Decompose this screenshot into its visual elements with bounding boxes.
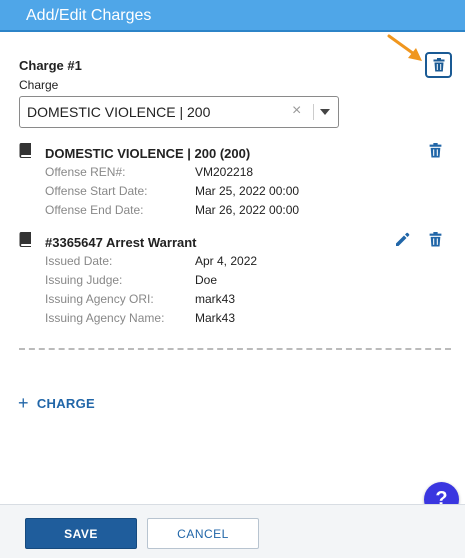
dialog-header: Add/Edit Charges bbox=[0, 0, 465, 32]
clear-selection-icon[interactable]: × bbox=[292, 102, 301, 120]
book-icon bbox=[19, 143, 31, 158]
issuing-agency-name-value: Mark43 bbox=[195, 311, 236, 325]
issuing-agency-ori-label: Issuing Agency ORI: bbox=[45, 292, 154, 306]
cancel-button[interactable]: CANCEL bbox=[147, 518, 259, 549]
delete-charge-button[interactable] bbox=[425, 52, 452, 78]
select-separator bbox=[313, 104, 314, 120]
issuing-judge-value: Doe bbox=[195, 273, 218, 287]
warrant-item-title: #3365647 Arrest Warrant bbox=[45, 235, 197, 250]
issuing-judge-label: Issuing Judge: bbox=[45, 273, 123, 287]
offense-end-date-label: Offense End Date: bbox=[45, 203, 144, 217]
add-charge-label: CHARGE bbox=[36, 395, 95, 411]
trash-icon[interactable] bbox=[429, 232, 442, 247]
dialog-title: Add/Edit Charges bbox=[26, 7, 152, 24]
offense-start-date-label: Offense Start Date: bbox=[45, 184, 148, 198]
trash-icon bbox=[433, 58, 444, 72]
book-icon bbox=[19, 232, 31, 247]
offense-ren-label: Offense REN#: bbox=[45, 165, 126, 179]
offense-ren-value: VM202218 bbox=[195, 165, 254, 179]
issuing-agency-ori-value: mark43 bbox=[195, 292, 236, 306]
issued-date-label: Issued Date: bbox=[45, 254, 113, 268]
issuing-agency-name-label: Issuing Agency Name: bbox=[45, 311, 165, 325]
annotation-arrow-icon bbox=[387, 34, 422, 61]
section-divider bbox=[19, 348, 451, 350]
charge-select[interactable]: DOMESTIC VIOLENCE | 200 × bbox=[19, 96, 339, 128]
dialog-footer: SAVE CANCEL bbox=[0, 504, 465, 558]
charge-field-label: Charge bbox=[19, 78, 59, 92]
plus-icon: + bbox=[18, 393, 29, 413]
offense-end-date-value: Mar 26, 2022 00:00 bbox=[195, 203, 300, 217]
offense-start-date-value: Mar 25, 2022 00:00 bbox=[195, 184, 300, 198]
add-charge-button[interactable]: + CHARGE bbox=[18, 393, 95, 413]
charge-select-value: DOMESTIC VIOLENCE | 200 bbox=[27, 104, 211, 120]
charge-item-title: DOMESTIC VIOLENCE | 200 (200) bbox=[45, 146, 251, 161]
issued-date-value: Apr 4, 2022 bbox=[195, 254, 258, 268]
trash-icon[interactable] bbox=[429, 143, 442, 158]
save-button[interactable]: SAVE bbox=[25, 518, 137, 549]
pencil-icon[interactable] bbox=[395, 232, 410, 247]
chevron-down-icon[interactable] bbox=[320, 109, 330, 115]
charge-number-heading: Charge #1 bbox=[19, 58, 82, 73]
